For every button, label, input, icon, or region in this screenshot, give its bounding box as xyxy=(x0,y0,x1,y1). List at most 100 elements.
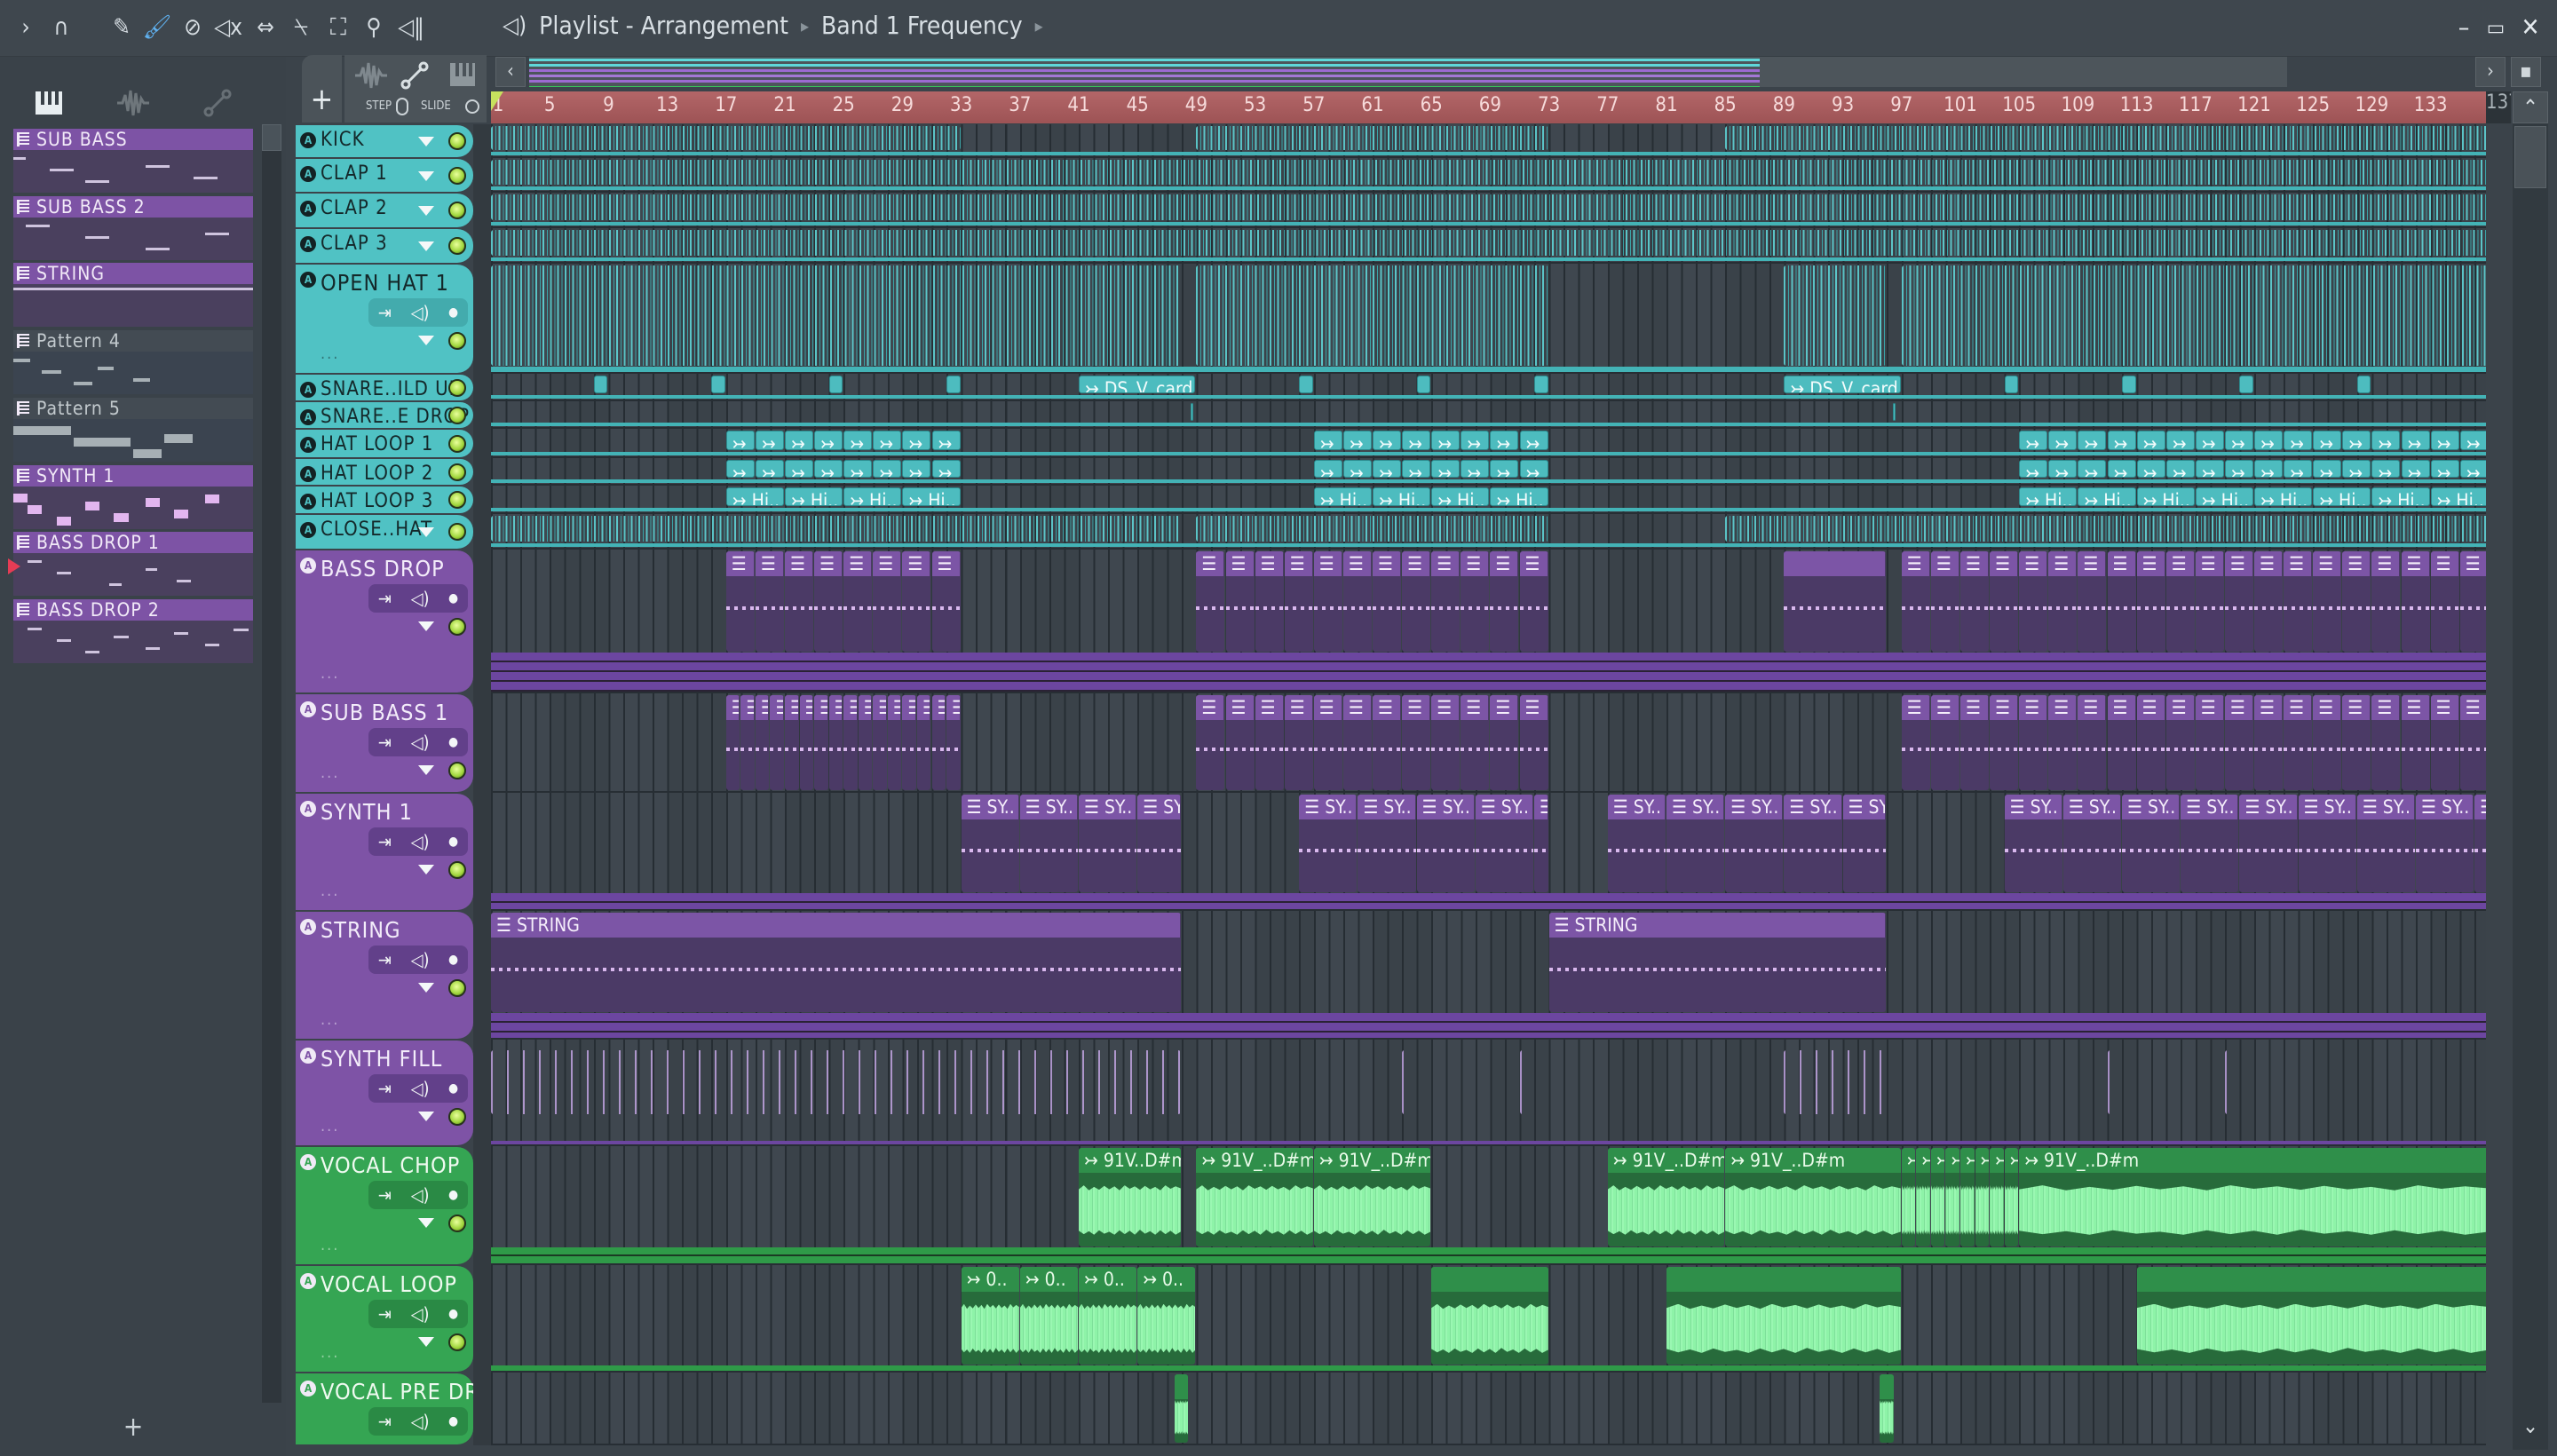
clip[interactable]: ↣ xyxy=(725,460,755,478)
more-icon[interactable]: ... xyxy=(321,664,339,683)
clip[interactable] xyxy=(1519,1050,1534,1114)
clip[interactable]: ☰ xyxy=(1373,695,1402,790)
track-enable-led[interactable] xyxy=(448,618,466,636)
clip[interactable]: ↣ xyxy=(2004,1148,2019,1246)
scroll-right-button[interactable]: › xyxy=(2475,57,2506,87)
clip[interactable]: ☰ xyxy=(1461,695,1490,790)
dropdown-arrow-icon[interactable] xyxy=(418,1337,434,1347)
track-header[interactable]: A SYNTH 1 ⇥ ◁) ●... xyxy=(296,794,473,910)
track-icon[interactable]: A xyxy=(300,409,316,425)
pattern-item[interactable]: Pattern 5 xyxy=(13,397,253,462)
clip[interactable]: ☰ xyxy=(858,695,873,790)
clip[interactable]: ☰ SY.. xyxy=(2298,795,2356,892)
clip[interactable] xyxy=(1431,1267,1548,1365)
clip[interactable]: ↣ xyxy=(2136,431,2165,450)
clip[interactable] xyxy=(491,516,1181,542)
track-enable-led[interactable] xyxy=(448,1215,466,1232)
clip[interactable] xyxy=(1190,403,1193,421)
track-icon[interactable]: A xyxy=(300,701,316,717)
record-dot-icon[interactable]: ● xyxy=(448,1081,458,1096)
clip[interactable]: ☰ xyxy=(1990,695,2019,790)
track-name[interactable]: CLAP 2 xyxy=(321,197,388,219)
clip[interactable]: ☰ xyxy=(1519,551,1548,652)
pattern-header[interactable]: BASS DROP 1 xyxy=(13,532,253,554)
pattern-scroll-button[interactable] xyxy=(262,124,281,151)
clip[interactable]: ☰ xyxy=(2019,551,2048,652)
clip[interactable] xyxy=(491,1050,1181,1114)
track-name[interactable]: SYNTH FILL xyxy=(321,1046,442,1072)
clip[interactable]: ☰ xyxy=(931,695,946,790)
clip[interactable]: ☰ SY.. xyxy=(1666,795,1725,892)
clip[interactable]: ☰ xyxy=(755,551,784,652)
clip[interactable]: ↣ xyxy=(1930,1148,1945,1246)
clip[interactable] xyxy=(491,265,1181,366)
track-icon[interactable]: A xyxy=(300,1381,316,1397)
clip[interactable]: ☰ xyxy=(2107,551,2136,652)
track-icon[interactable]: A xyxy=(300,166,316,182)
clip[interactable]: ☰ xyxy=(1284,695,1313,790)
clip[interactable]: ↣ Hi.. xyxy=(2078,487,2136,506)
pattern-header[interactable]: Pattern 5 xyxy=(13,397,253,419)
clip[interactable] xyxy=(491,126,961,150)
clip[interactable]: ↣ 0.. xyxy=(1137,1267,1196,1365)
track-name[interactable]: BASS DROP xyxy=(321,556,445,582)
track-header[interactable]: A SNARE..ILD UP xyxy=(296,375,473,400)
clip[interactable]: ↣ DS_V..card xyxy=(1079,376,1196,393)
clip[interactable]: ☰ xyxy=(2401,695,2430,790)
pattern-item[interactable]: BASS DROP 1 xyxy=(8,532,253,597)
clip[interactable]: ☰ xyxy=(2313,695,2342,790)
speaker-icon[interactable]: ◁) xyxy=(411,1303,430,1325)
clip[interactable] xyxy=(2107,1050,2122,1114)
pencil-icon[interactable]: ✎ xyxy=(107,12,137,43)
clip[interactable]: ↣ xyxy=(755,431,784,450)
clip[interactable]: ↣ xyxy=(814,431,843,450)
clip[interactable]: ☰ xyxy=(1431,695,1461,790)
clip[interactable]: ↣ xyxy=(785,460,814,478)
clip[interactable]: ☰ xyxy=(2136,695,2165,790)
clip[interactable]: ↣ xyxy=(1519,460,1548,478)
clip[interactable]: ☰ SY.. xyxy=(1416,795,1475,892)
step-toggle[interactable] xyxy=(396,98,408,115)
clip[interactable]: ↣ 91V..D#m xyxy=(1079,1148,1181,1246)
clip[interactable] xyxy=(1196,516,1548,542)
clip[interactable]: ↣ xyxy=(2165,460,2195,478)
track-enable-led[interactable] xyxy=(448,1108,466,1126)
clip[interactable]: ☰ xyxy=(1490,695,1519,790)
clip[interactable]: ☰ xyxy=(887,695,902,790)
speaker-icon[interactable]: ◁) xyxy=(411,949,430,970)
track-enable-led[interactable] xyxy=(448,762,466,779)
clip[interactable]: ☰ xyxy=(1196,551,1225,652)
track-enable-led[interactable] xyxy=(448,434,466,453)
clip[interactable]: ☰ xyxy=(902,695,916,790)
clip[interactable]: ☰ xyxy=(1402,695,1431,790)
clip[interactable]: ☰ SY.. xyxy=(1607,795,1666,892)
clip[interactable] xyxy=(2239,376,2253,393)
clip[interactable]: ↣ xyxy=(1342,460,1372,478)
record-dot-icon[interactable]: ● xyxy=(448,591,458,605)
clip[interactable]: ☰ xyxy=(1990,551,2019,652)
clip[interactable]: ↣ xyxy=(902,431,931,450)
track-name[interactable]: HAT LOOP 2 xyxy=(321,463,433,485)
clip[interactable]: ↣ xyxy=(1373,460,1402,478)
pattern-scrollbar[interactable] xyxy=(262,124,281,1403)
clip[interactable]: ↣ xyxy=(873,431,902,450)
track-icon[interactable]: A xyxy=(300,437,316,453)
clip[interactable]: ☰ xyxy=(2342,695,2371,790)
mute-icon[interactable]: ◁x xyxy=(213,12,243,43)
more-icon[interactable]: ... xyxy=(321,1236,339,1254)
song-start-marker[interactable] xyxy=(491,91,503,111)
track-name[interactable]: HAT LOOP 1 xyxy=(321,433,433,455)
clip[interactable] xyxy=(491,160,2486,185)
track-icon[interactable]: A xyxy=(300,522,316,538)
clip[interactable]: ☰ xyxy=(2224,551,2253,652)
playback-icon[interactable]: ◁‖ xyxy=(396,12,426,43)
clip[interactable]: ↣ xyxy=(2048,431,2078,450)
clip[interactable]: ↣ xyxy=(2078,431,2107,450)
track-name[interactable]: SNARE..ILD UP xyxy=(321,378,461,400)
window-subtitle[interactable]: Band 1 Frequency xyxy=(821,11,1023,40)
clip[interactable]: ↣ 91V_..D#m xyxy=(1313,1148,1431,1246)
pattern-header[interactable]: STRING xyxy=(13,263,253,285)
clip[interactable]: ☰ SY.. xyxy=(2122,795,2181,892)
clip[interactable]: ☰ xyxy=(2254,695,2284,790)
record-dot-icon[interactable]: ● xyxy=(448,1307,458,1321)
